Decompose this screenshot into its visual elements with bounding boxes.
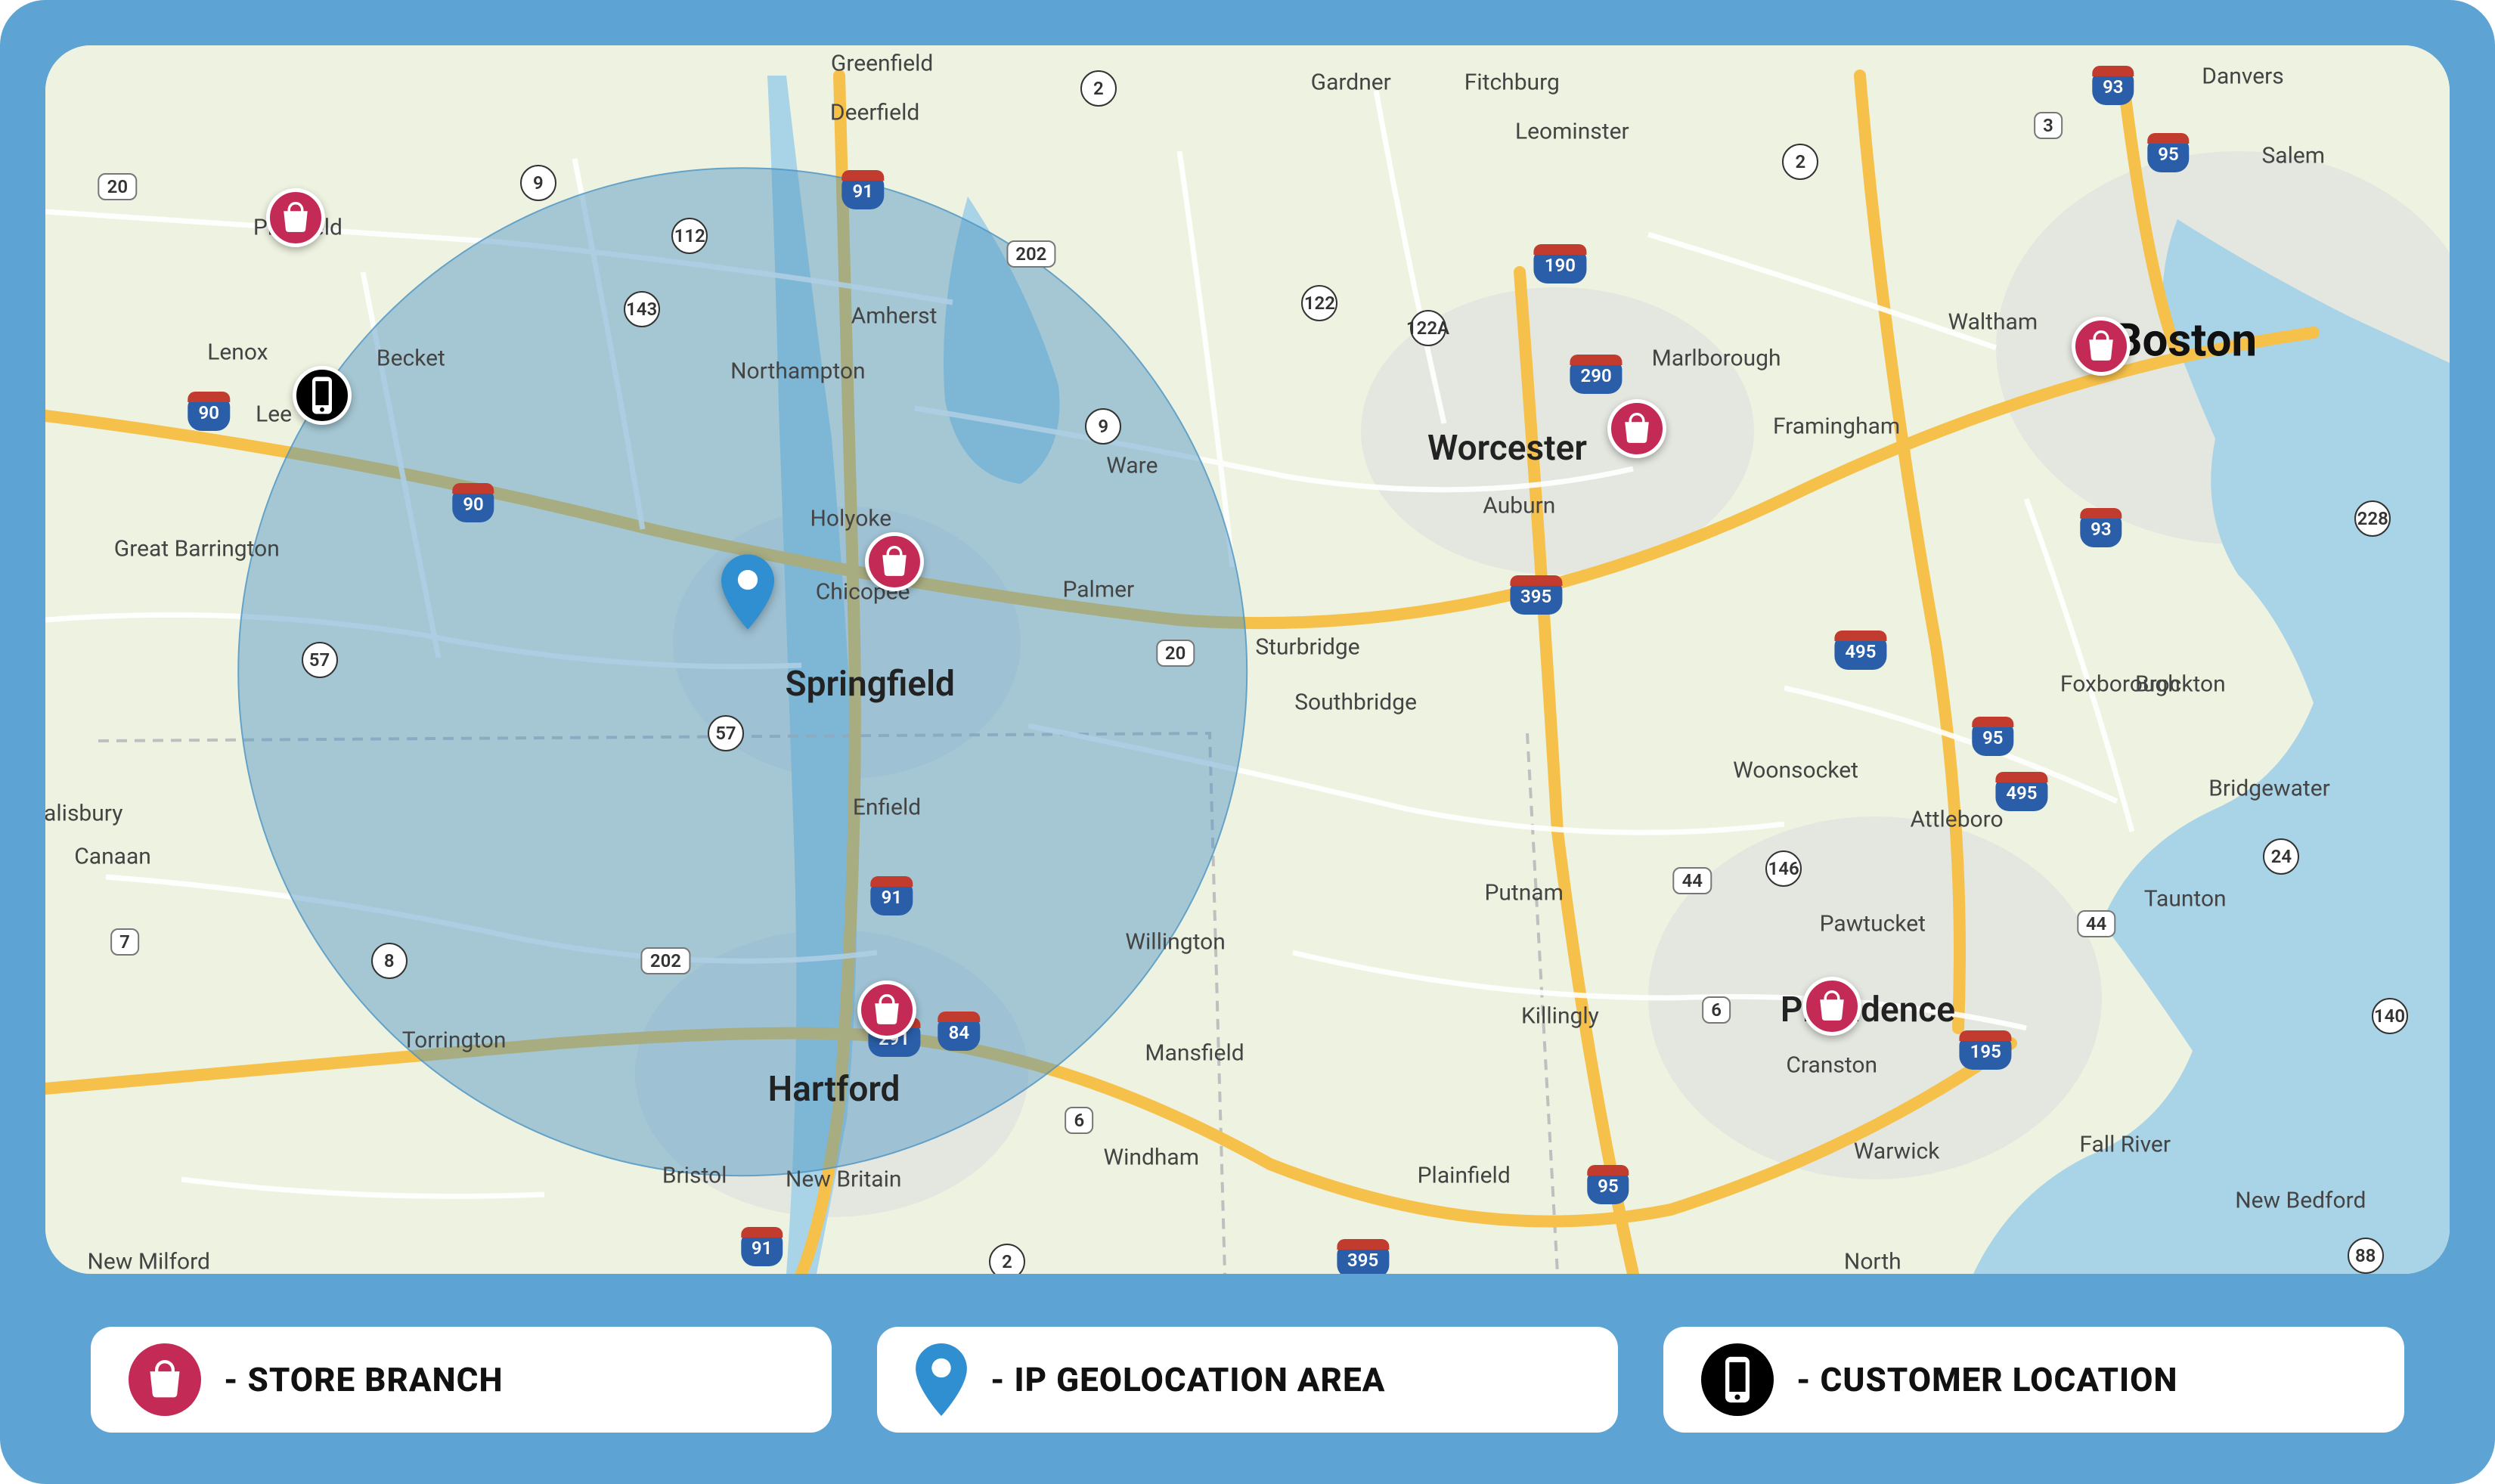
app-frame: GreenfieldDeerfieldPittsfieldLenoxLeeBec… [0, 0, 2495, 1484]
legend-store-text: - STORE BRANCH [224, 1360, 503, 1399]
legend-ip-text: - IP GEOLOCATION AREA [990, 1360, 1385, 1399]
map-container[interactable]: GreenfieldDeerfieldPittsfieldLenoxLeeBec… [45, 45, 2450, 1274]
phone-icon [1701, 1343, 1774, 1416]
map-pin-icon [915, 1343, 968, 1416]
legend-customer-location: - CUSTOMER LOCATION [1663, 1327, 2404, 1433]
legend-row: - STORE BRANCH - IP GEOLOCATION AREA - C… [91, 1327, 2404, 1433]
base-map-svg [45, 45, 2450, 1274]
legend-store-branch: - STORE BRANCH [91, 1327, 832, 1433]
legend-customer-text: - CUSTOMER LOCATION [1796, 1360, 2177, 1399]
legend-ip-geolocation: - IP GEOLOCATION AREA [877, 1327, 1618, 1433]
shopping-bag-icon [129, 1343, 201, 1416]
